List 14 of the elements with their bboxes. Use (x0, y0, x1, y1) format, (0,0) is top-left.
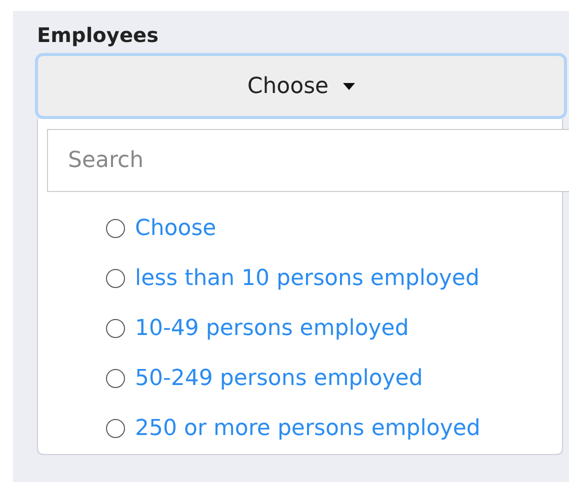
caret-icon (342, 82, 355, 90)
field-label: Employees (37, 23, 160, 47)
option-label[interactable]: 50-249 persons employed (135, 362, 423, 394)
radio-button[interactable] (106, 318, 125, 338)
radio-button[interactable] (106, 218, 125, 238)
radio-button[interactable] (106, 368, 125, 388)
option-label[interactable]: 10-49 persons employed (135, 312, 409, 344)
option-label[interactable]: 250 or more persons employed (135, 412, 480, 444)
radio-button[interactable] (106, 268, 125, 288)
radio-button[interactable] (106, 418, 125, 438)
dropdown-button[interactable]: Choose (35, 53, 567, 119)
option-label[interactable]: less than 10 persons employed (135, 262, 480, 294)
search-field[interactable]: Search (47, 129, 569, 192)
option-label[interactable]: Choose (135, 212, 216, 244)
